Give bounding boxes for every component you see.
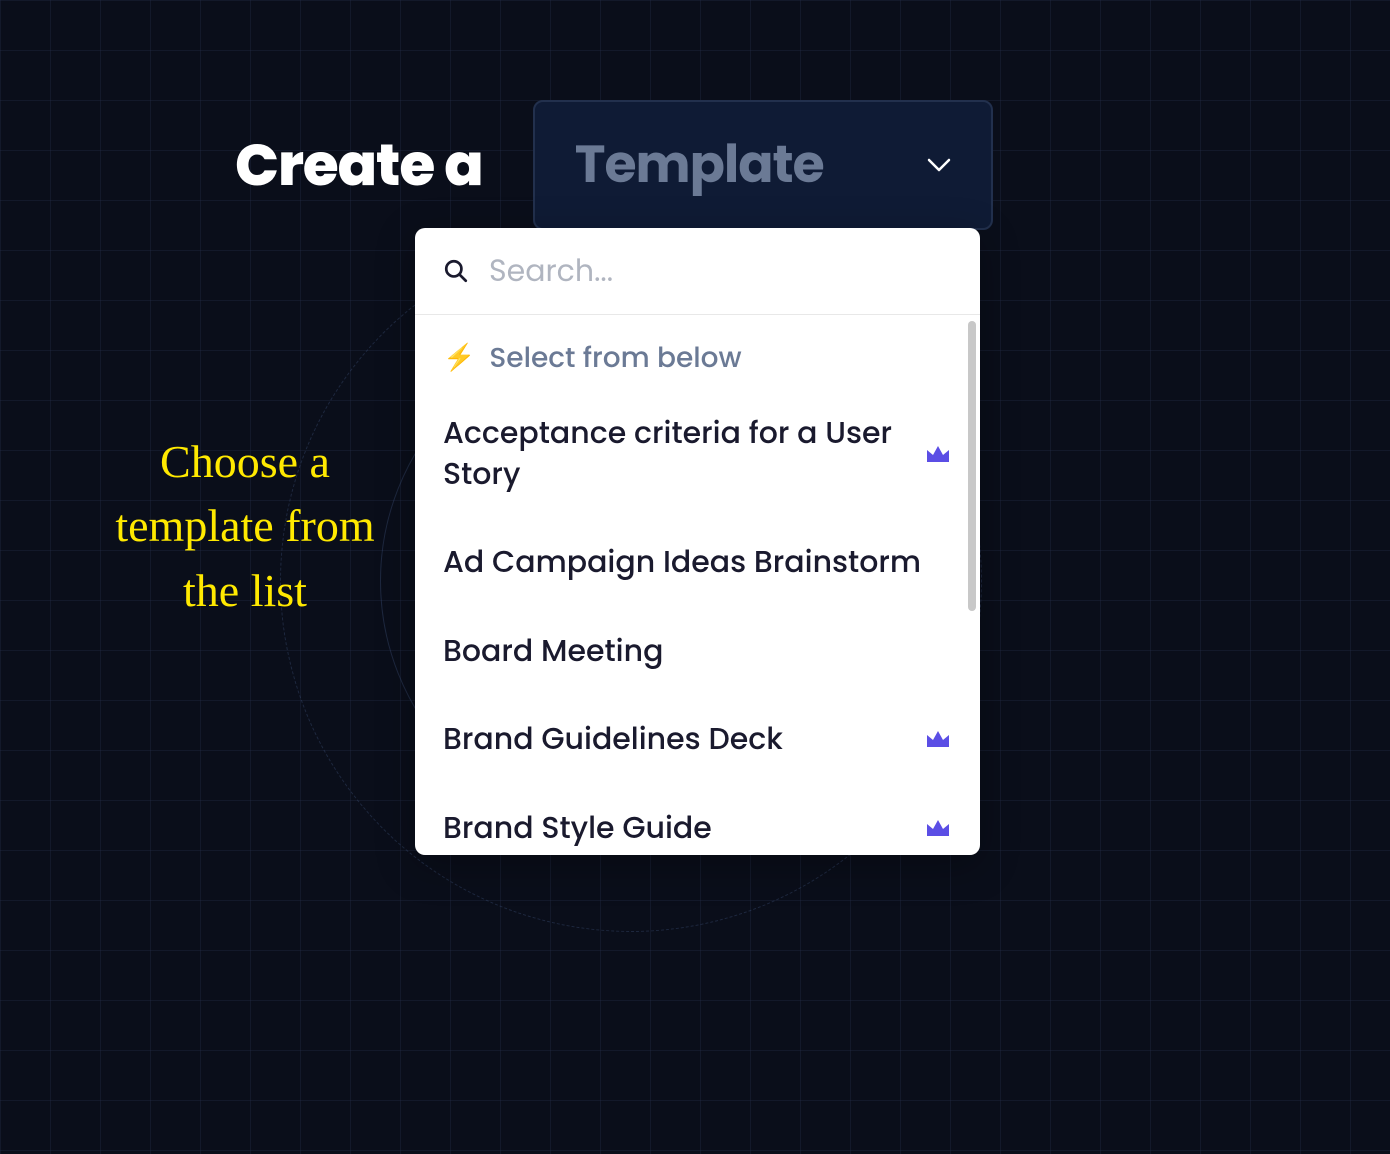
dropdown-panel: ⚡ Select from below Acceptance criteria …	[415, 228, 980, 855]
annotation-text: Choose a template from the list	[105, 430, 385, 623]
list-item-label: Acceptance criteria for a User Story	[443, 413, 904, 494]
crown-icon	[924, 442, 952, 466]
list-item[interactable]: Acceptance criteria for a User Story	[415, 389, 980, 518]
template-dropdown[interactable]: Template	[533, 100, 993, 230]
list-item-label: Brand Guidelines Deck	[443, 719, 783, 760]
select-hint-label: Select from below	[489, 337, 741, 379]
search-icon	[443, 258, 469, 284]
list-item-label: Ad Campaign Ideas Brainstorm	[443, 542, 921, 583]
template-dropdown-label: Template	[575, 126, 824, 204]
header: Create a Template	[235, 100, 993, 230]
scrollbar[interactable]	[968, 321, 976, 611]
list-item-label: Board Meeting	[443, 631, 663, 672]
crown-icon	[924, 727, 952, 751]
chevron-down-icon	[927, 158, 951, 172]
list-container: ⚡ Select from below Acceptance criteria …	[415, 315, 980, 855]
list-item[interactable]: Brand Guidelines Deck	[415, 695, 980, 784]
list-item-label: Brand Style Guide	[443, 808, 712, 849]
select-hint: ⚡ Select from below	[415, 315, 980, 389]
create-label: Create a	[235, 122, 483, 209]
list-item[interactable]: Board Meeting	[415, 607, 980, 696]
search-input[interactable]	[489, 248, 980, 294]
list-item[interactable]: Ad Campaign Ideas Brainstorm	[415, 518, 980, 607]
search-row	[415, 228, 980, 315]
lightning-icon: ⚡	[443, 339, 475, 378]
list-item[interactable]: Brand Style Guide	[415, 784, 980, 856]
crown-icon	[924, 816, 952, 840]
